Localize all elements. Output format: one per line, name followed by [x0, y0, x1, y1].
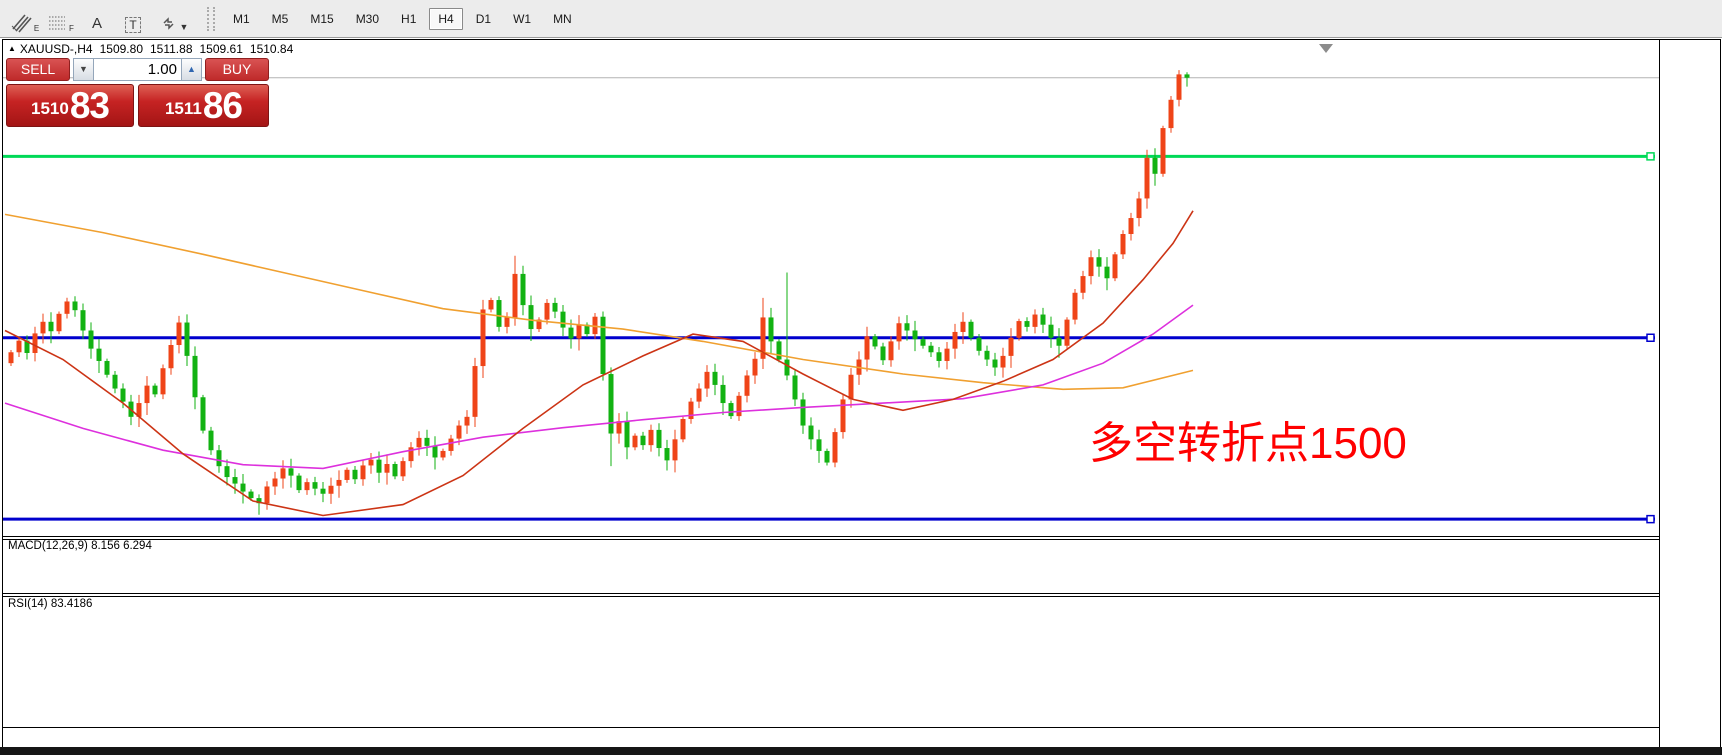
price-axis[interactable]: [1659, 40, 1720, 748]
one-click-trade-widget: SELL ▼ ▲ BUY 1510 83 1511 86: [6, 58, 269, 127]
text-label-tool-button[interactable]: T: [116, 5, 150, 33]
timeframe-button-m15[interactable]: M15: [301, 8, 342, 30]
time-axis[interactable]: [3, 727, 1659, 749]
arrows-tool-button[interactable]: ▼: [152, 5, 196, 33]
rsi-value: 83.4186: [51, 598, 93, 610]
text-tool-icon: A: [92, 15, 102, 33]
candles: [9, 70, 1190, 515]
level-line-handle: [1647, 516, 1654, 523]
volume-stepper: ▼ ▲: [73, 58, 202, 81]
buy-price-small: 1511: [165, 94, 202, 124]
open-value: 1509.80: [100, 42, 143, 56]
pattern-tool-icon: [11, 13, 33, 33]
timeframe-button-h4[interactable]: H4: [429, 8, 462, 30]
macd-label: MACD(12,26,9) 8.156 6.294: [8, 540, 152, 552]
timeframe-button-m30[interactable]: M30: [347, 8, 388, 30]
close-value: 1510.84: [250, 42, 293, 56]
symbol-period-label: XAUUSD-,H4: [20, 42, 93, 56]
volume-up-button[interactable]: ▲: [181, 58, 202, 81]
fast-ma-line: [5, 211, 1193, 516]
timeframe-button-h1[interactable]: H1: [392, 8, 425, 30]
buy-button[interactable]: BUY: [205, 58, 269, 81]
text-tool-button[interactable]: A: [80, 5, 114, 33]
chart-window: ▲XAUUSD-,H41509.801511.881509.611510.84 …: [2, 39, 1721, 749]
chart-shift-marker[interactable]: [1319, 44, 1333, 53]
bottom-strip: [0, 747, 1722, 755]
toolbar-grip[interactable]: [207, 7, 215, 31]
timeframe-button-mn[interactable]: MN: [544, 8, 581, 30]
level-line-handle: [1647, 153, 1654, 160]
level-line-handle: [1647, 334, 1654, 341]
chart-text-annotation: 多空转折点1500: [1089, 420, 1407, 468]
rsi-label: RSI(14) 83.4186: [8, 598, 92, 610]
volume-down-button[interactable]: ▼: [73, 58, 94, 81]
chart-header: ▲ XAUUSD-,H4 1509.80 1511.88 1509.61 1510.84: [8, 42, 293, 56]
slow-ma-line: [5, 214, 1193, 389]
macd-values: 8.156 6.294: [91, 540, 152, 552]
grid-tool-icon: [48, 15, 68, 33]
macd-plot[interactable]: [3, 539, 1659, 593]
low-value: 1509.61: [200, 42, 243, 56]
sell-button[interactable]: SELL: [6, 58, 70, 81]
grid-tool-button[interactable]: F: [44, 5, 78, 33]
mid-ma-line: [5, 305, 1193, 468]
timeframe-button-d1[interactable]: D1: [467, 8, 500, 30]
volume-input[interactable]: [94, 58, 181, 81]
buy-price-box[interactable]: 1511 86: [138, 84, 269, 127]
grid-tool-sub: F: [69, 25, 74, 33]
sell-price-box[interactable]: 1510 83: [6, 84, 134, 127]
collapse-triangle-icon[interactable]: ▲: [8, 44, 16, 53]
timeframe-button-m5[interactable]: M5: [263, 8, 298, 30]
buy-price-big: 86: [203, 87, 242, 124]
pattern-tool-button[interactable]: E: [8, 5, 42, 33]
high-value: 1511.88: [150, 42, 193, 56]
rsi-plot[interactable]: [3, 597, 1659, 727]
timeframe-button-m1[interactable]: M1: [224, 8, 259, 30]
sell-price-small: 1510: [31, 94, 69, 124]
pattern-tool-sub: E: [34, 25, 39, 33]
arrows-tool-icon: [160, 15, 178, 33]
text-label-tool-icon: T: [125, 17, 140, 33]
top-toolbar: E F A T ▼ M1M5M15M30H1H4D1W1MN: [0, 0, 1722, 38]
sell-price-big: 83: [70, 87, 109, 124]
timeframe-button-w1[interactable]: W1: [504, 8, 540, 30]
timeframe-bar: M1M5M15M30H1H4D1W1MN: [222, 8, 583, 30]
arrows-dropdown-caret: ▼: [180, 21, 189, 33]
